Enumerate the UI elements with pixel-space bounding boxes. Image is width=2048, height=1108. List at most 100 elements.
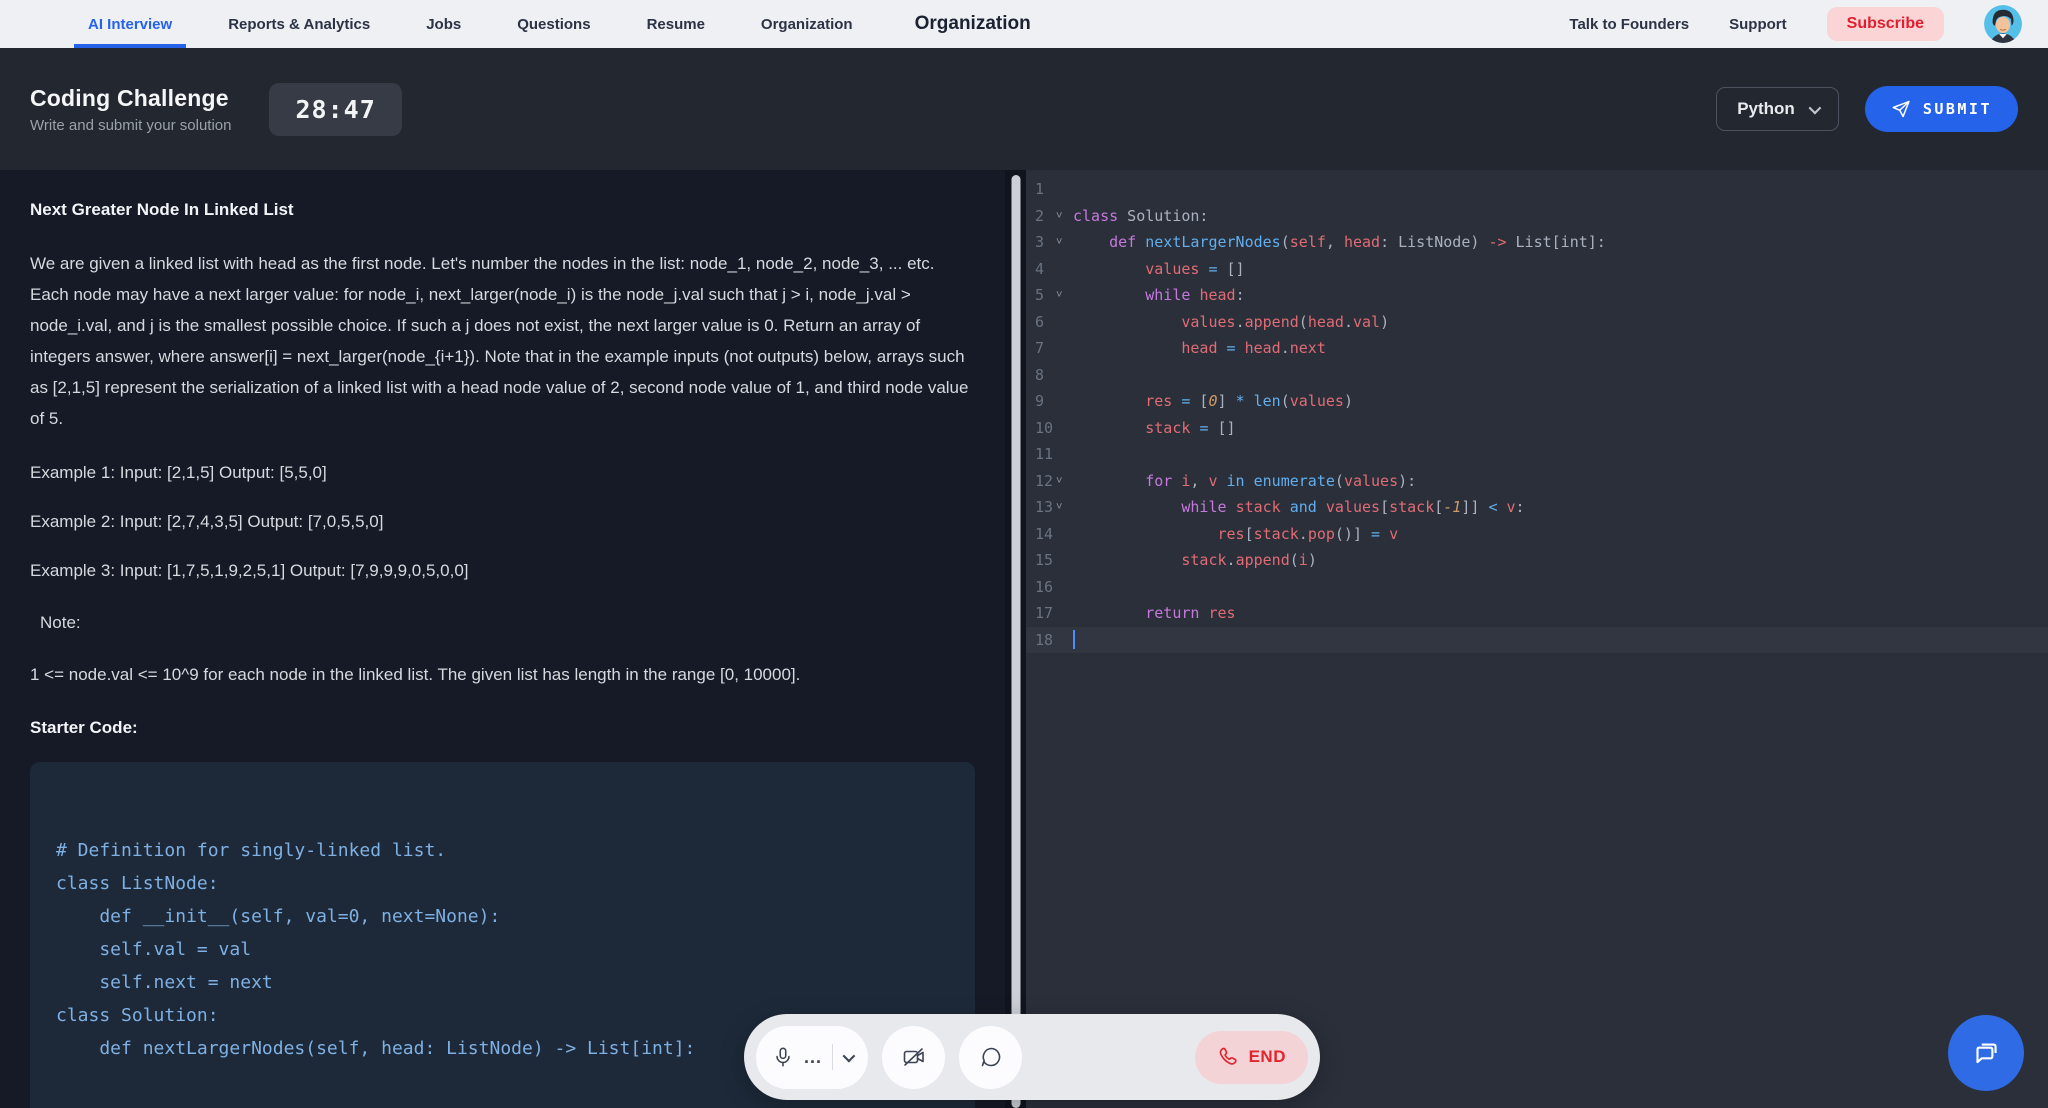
editor-line[interactable]: 11 [1026, 441, 2048, 468]
code-text: values = [] [1073, 260, 1245, 278]
line-number: 15 [1026, 551, 1056, 569]
nav-item-jobs[interactable]: Jobs [426, 0, 461, 48]
page-title: Coding Challenge [30, 85, 231, 112]
editor-line[interactable]: 3˅ def nextLargerNodes(self, head: ListN… [1026, 229, 2048, 256]
code-text: while head: [1073, 286, 1245, 304]
line-number: 3 [1026, 233, 1056, 251]
challenge-header: Coding Challenge Write and submit your s… [0, 48, 2048, 170]
camera-toggle-button[interactable] [882, 1026, 945, 1089]
chat-fab-button[interactable] [1948, 1015, 2024, 1091]
user-avatar[interactable] [1984, 5, 2022, 43]
editor-line[interactable]: 6 values.append(head.val) [1026, 309, 2048, 336]
nav-page-title: Organization [915, 0, 1031, 48]
line-number: 13 [1026, 498, 1056, 516]
line-number: 11 [1026, 445, 1056, 463]
top-nav: AI Interview Reports & Analytics Jobs Quest… [0, 0, 2048, 48]
line-number: 1 [1026, 180, 1056, 198]
submit-button[interactable]: SUBMIT [1865, 86, 2018, 132]
starter-code-line: self.val = val [56, 933, 949, 966]
editor-line[interactable]: 2˅class Solution: [1026, 203, 2048, 230]
chevron-down-icon [843, 1049, 856, 1062]
nav-item-resume[interactable]: Resume [647, 0, 705, 48]
editor-line[interactable]: 1 [1026, 176, 2048, 203]
starter-code-line: def __init__(self, val=0, next=None): [56, 900, 949, 933]
code-text: for i, v in enumerate(values): [1073, 472, 1416, 490]
mic-group: ... [756, 1026, 868, 1089]
nav-link-support[interactable]: Support [1729, 16, 1787, 33]
code-text: stack = [] [1073, 419, 1236, 437]
code-text: class Solution: [1073, 207, 1208, 225]
header-titles: Coding Challenge Write and submit your s… [30, 85, 231, 134]
editor-line[interactable]: 16 [1026, 574, 2048, 601]
end-call-button[interactable]: END [1195, 1031, 1308, 1084]
editor-line[interactable]: 8 [1026, 362, 2048, 389]
line-number: 6 [1026, 313, 1056, 331]
editor-line[interactable]: 5˅ while head: [1026, 282, 2048, 309]
example-1: Example 1: Input: [2,1,5] Output: [5,5,0… [30, 463, 975, 483]
editor-line[interactable]: 15 stack.append(i) [1026, 547, 2048, 574]
submit-button-label: SUBMIT [1923, 100, 1992, 118]
nav-item-ai-interview[interactable]: AI Interview [88, 0, 172, 48]
line-number: 16 [1026, 578, 1056, 596]
fold-chevron-icon[interactable]: ˅ [1056, 289, 1073, 301]
countdown-timer: 28:47 [269, 83, 401, 136]
editor-line[interactable]: 7 head = head.next [1026, 335, 2048, 362]
code-text: res[stack.pop()] = v [1073, 525, 1398, 543]
code-editor[interactable]: 12˅class Solution:3˅ def nextLargerNodes… [1026, 170, 2048, 1108]
nav-item-reports-analytics[interactable]: Reports & Analytics [228, 0, 370, 48]
nav-link-talk-to-founders[interactable]: Talk to Founders [1569, 16, 1689, 33]
code-text: return res [1073, 604, 1236, 622]
example-3: Example 3: Input: [1,7,5,1,9,2,5,1] Outp… [30, 561, 975, 581]
app-window: AI Interview Reports & Analytics Jobs Quest… [0, 0, 2048, 1108]
end-call-label: END [1249, 1047, 1286, 1067]
panel-resize-handle[interactable] [1011, 175, 1020, 1108]
language-select[interactable]: Python [1716, 87, 1839, 131]
line-number: 17 [1026, 604, 1056, 622]
fold-chevron-icon[interactable]: ˅ [1056, 210, 1073, 222]
mic-dropdown-button[interactable] [843, 1053, 852, 1062]
phone-icon [1217, 1046, 1239, 1068]
chat-button[interactable] [959, 1026, 1022, 1089]
fold-chevron-icon[interactable]: ˅ [1056, 236, 1073, 248]
editor-line[interactable]: 10 stack = [] [1026, 415, 2048, 442]
nav-right: Talk to Founders Support Subscribe [1569, 0, 2022, 48]
line-number: 4 [1026, 260, 1056, 278]
more-options-button[interactable]: ... [804, 1048, 822, 1066]
editor-line[interactable]: 13˅ while stack and values[stack[-1]] < … [1026, 494, 2048, 521]
line-number: 9 [1026, 392, 1056, 410]
code-text: head = head.next [1073, 339, 1326, 357]
editor-line[interactable]: 4 values = [] [1026, 256, 2048, 283]
nav-item-questions[interactable]: Questions [517, 0, 590, 48]
code-text: def nextLargerNodes(self, head: ListNode… [1073, 233, 1606, 251]
editor-line[interactable]: 12˅ for i, v in enumerate(values): [1026, 468, 2048, 495]
editor-line[interactable]: 14 res[stack.pop()] = v [1026, 521, 2048, 548]
page-subtitle: Write and submit your solution [30, 117, 231, 134]
panel-divider [1005, 170, 1026, 1108]
line-number: 2 [1026, 207, 1056, 225]
code-text: values.append(head.val) [1073, 313, 1389, 331]
line-number: 8 [1026, 366, 1056, 384]
text-cursor [1073, 630, 1075, 649]
header-actions: Python SUBMIT [1716, 86, 2018, 132]
fold-chevron-icon[interactable]: ˅ [1056, 475, 1073, 487]
line-number: 5 [1026, 286, 1056, 304]
fold-chevron-icon[interactable]: ˅ [1056, 501, 1073, 513]
microphone-button[interactable] [772, 1046, 794, 1068]
editor-line[interactable]: 17 return res [1026, 600, 2048, 627]
camera-off-icon [902, 1045, 926, 1069]
nav-item-organization[interactable]: Organization [761, 0, 853, 48]
main-split: Next Greater Node In Linked List We are … [0, 170, 2048, 1108]
avatar-cartoon-icon [1984, 5, 2022, 43]
starter-code-line: # Definition for singly-linked list. [56, 834, 949, 867]
editor-line[interactable]: 18 [1026, 627, 2048, 654]
line-number: 10 [1026, 419, 1056, 437]
example-2: Example 2: Input: [2,7,4,3,5] Output: [7… [30, 512, 975, 532]
code-text [1073, 630, 1075, 649]
subscribe-button[interactable]: Subscribe [1827, 7, 1944, 41]
editor-line[interactable]: 9 res = [0] * len(values) [1026, 388, 2048, 415]
code-text: stack.append(i) [1073, 551, 1317, 569]
starter-code-line: self.next = next [56, 966, 949, 999]
problem-panel: Next Greater Node In Linked List We are … [0, 170, 1005, 1108]
note-label: Note: [30, 613, 975, 633]
code-text: while stack and values[stack[-1]] < v: [1073, 498, 1525, 516]
